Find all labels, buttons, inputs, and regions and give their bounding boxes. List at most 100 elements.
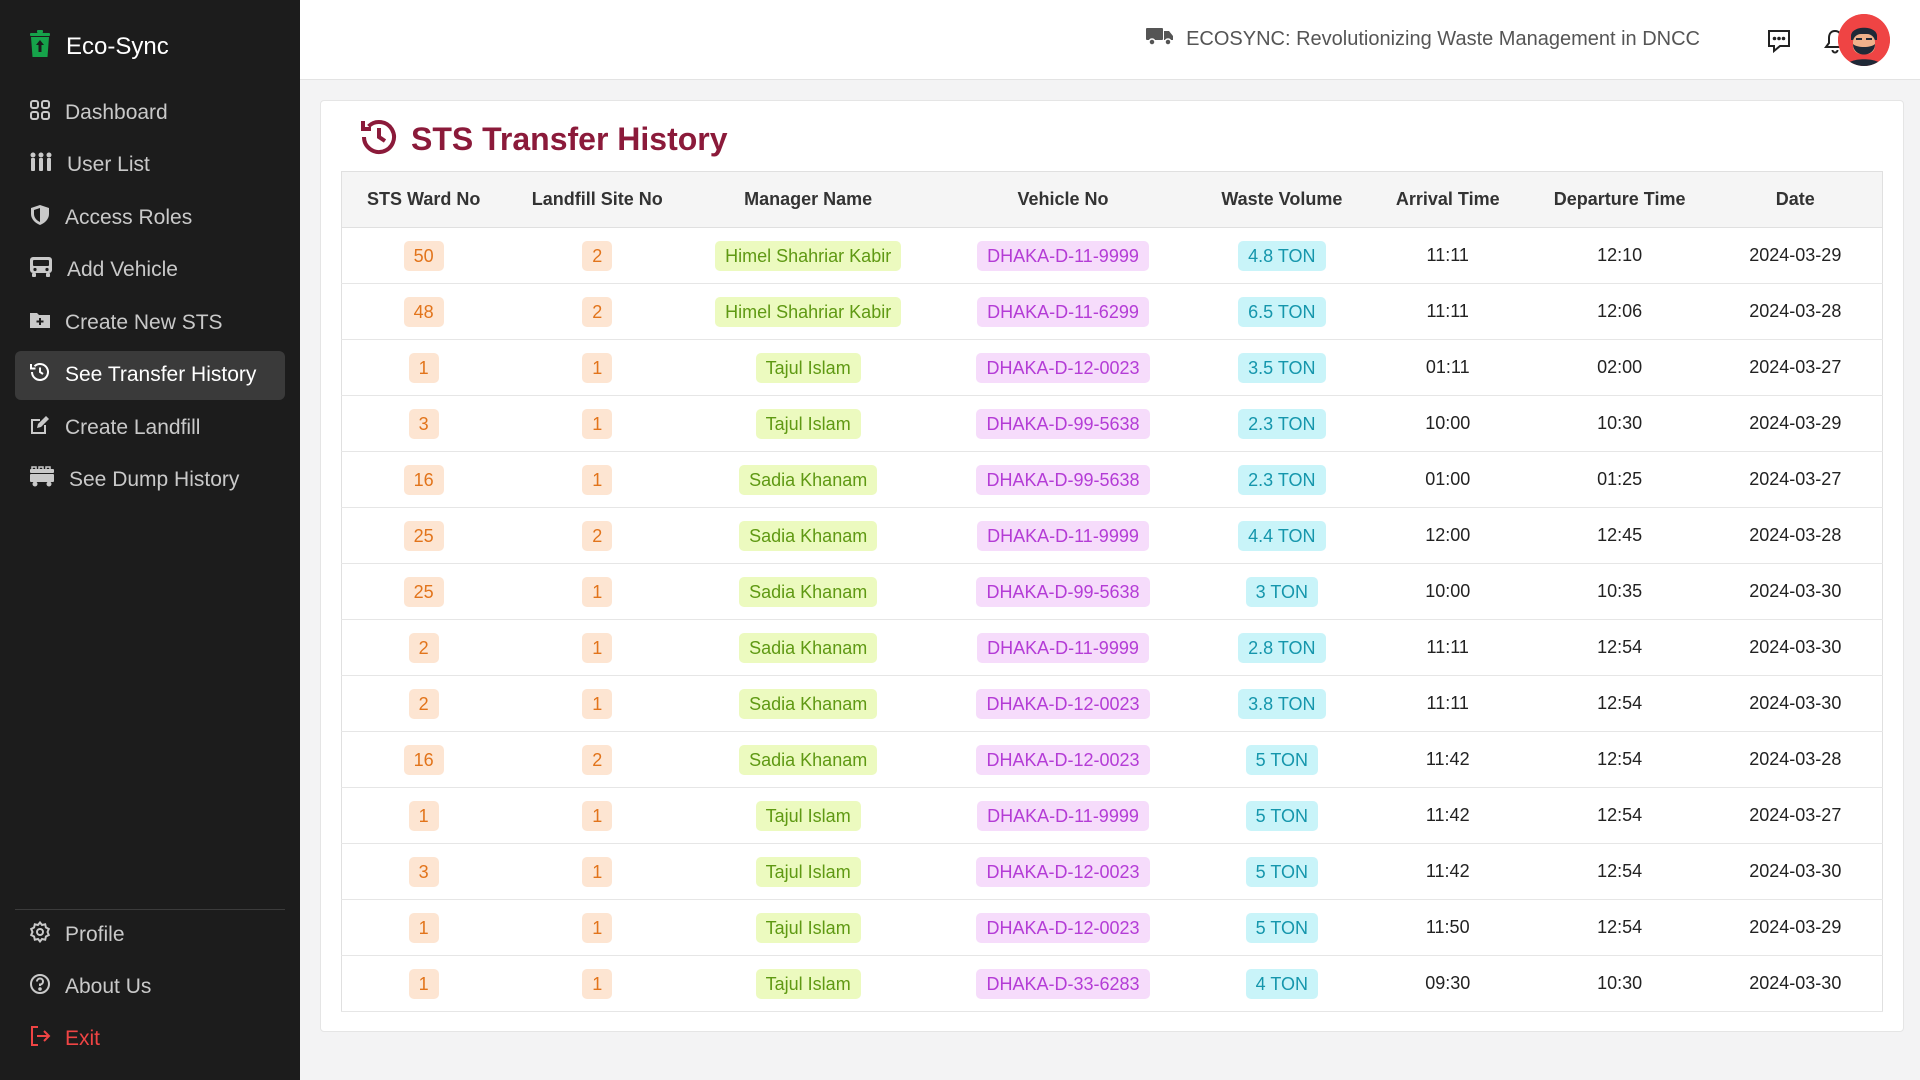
- table-cell: 4 TON: [1198, 955, 1365, 1012]
- sts-ward-no-badge: 48: [403, 296, 444, 327]
- sidebar: Eco-Sync Dashboard User List Access Role…: [0, 0, 300, 1080]
- waste-volume-badge: 5 TON: [1245, 744, 1319, 775]
- sidebar-item-profile[interactable]: Profile: [15, 910, 285, 959]
- table-row: 25 1 Sadia Khanam DHAKA-D-99-5638 3 TON 10:00…: [341, 563, 1883, 620]
- sidebar-item-exit[interactable]: Exit: [15, 1014, 285, 1063]
- table-cell: 12:10: [1530, 227, 1709, 284]
- date: 2024-03-29: [1749, 245, 1842, 265]
- sidebar-item-see-transfer-history[interactable]: See Transfer History: [15, 350, 285, 400]
- manager-name-badge: Tajul Islam: [755, 968, 861, 999]
- departure-time: 02:00: [1597, 357, 1643, 377]
- departure-time: 12:54: [1597, 805, 1643, 825]
- column-header-sts-ward-no[interactable]: STS Ward No: [341, 171, 506, 228]
- arrival-time: 11:11: [1426, 301, 1469, 321]
- date: 2024-03-27: [1749, 357, 1842, 377]
- table-cell: 3: [341, 395, 506, 452]
- departure-time: 12:54: [1597, 917, 1643, 937]
- sidebar-item-access-roles[interactable]: Access Roles: [15, 193, 285, 242]
- sidebar-item-dashboard[interactable]: Dashboard: [15, 88, 285, 137]
- manager-name-badge: Tajul Islam: [755, 800, 861, 831]
- table-cell: 2: [341, 619, 506, 676]
- table-cell: 12:00: [1364, 507, 1531, 564]
- sidebar-item-user-list[interactable]: User List: [15, 141, 285, 190]
- column-header-date[interactable]: Date: [1708, 171, 1883, 228]
- landfill-site-no-badge: 1: [582, 408, 613, 439]
- date: 2024-03-30: [1749, 637, 1842, 657]
- help-icon: [29, 973, 51, 1001]
- departure-time: 10:30: [1597, 973, 1643, 993]
- sts-ward-no-badge: 1: [408, 912, 439, 943]
- manager-name-badge: Tajul Islam: [755, 352, 861, 383]
- brand[interactable]: Eco-Sync: [28, 30, 169, 63]
- waste-volume-badge: 5 TON: [1245, 912, 1319, 943]
- table-cell: DHAKA-D-11-9999: [927, 619, 1199, 676]
- departure-time: 12:54: [1597, 861, 1643, 881]
- chat-icon[interactable]: [1762, 24, 1796, 58]
- vehicle-no-badge: DHAKA-D-99-5638: [976, 576, 1150, 607]
- table-cell: 2024-03-28: [1708, 283, 1883, 340]
- sidebar-item-about-us[interactable]: About Us: [15, 962, 285, 1011]
- edit-icon: [29, 414, 51, 442]
- column-header-manager-name[interactable]: Manager Name: [689, 171, 928, 228]
- sidebar-item-create-new-sts[interactable]: Create New STS: [15, 298, 285, 347]
- exit-icon: [29, 1025, 51, 1053]
- transfer-history-card: STS Transfer History STS Ward No Landfil…: [320, 100, 1904, 1032]
- column-header-arrival-time[interactable]: Arrival Time: [1364, 171, 1531, 228]
- shield-icon: [29, 204, 51, 232]
- table-cell: 12:54: [1530, 899, 1709, 956]
- table-cell: 1: [341, 955, 506, 1012]
- table-cell: 10:00: [1364, 563, 1531, 620]
- column-header-departure-time[interactable]: Departure Time: [1530, 171, 1709, 228]
- table-cell: Himel Shahriar Kabir: [689, 283, 928, 340]
- table-cell: 1: [341, 339, 506, 396]
- departure-time: 12:10: [1597, 245, 1643, 265]
- table-cell: 2: [505, 507, 690, 564]
- table-cell: 16: [341, 731, 506, 788]
- table-cell: DHAKA-D-12-0023: [927, 339, 1199, 396]
- sidebar-nav: Dashboard User List Access Roles Add Veh…: [15, 88, 285, 508]
- table-cell: 3.8 TON: [1198, 675, 1365, 732]
- table-cell: 1: [505, 619, 690, 676]
- column-header-landfill-site-no[interactable]: Landfill Site No: [505, 171, 690, 228]
- table-body: 50 2 Himel Shahriar Kabir DHAKA-D-11-9999 4.…: [341, 227, 1883, 1012]
- vehicle-no-badge: DHAKA-D-12-0023: [976, 688, 1150, 719]
- table-cell: Sadia Khanam: [689, 619, 928, 676]
- sidebar-item-see-dump-history[interactable]: See Dump History: [15, 456, 285, 505]
- arrival-time: 11:11: [1426, 693, 1469, 713]
- sidebar-item-create-landfill[interactable]: Create Landfill: [15, 403, 285, 452]
- landfill-site-no-badge: 2: [582, 744, 613, 775]
- landfill-site-no-badge: 1: [582, 576, 613, 607]
- table-cell: 1: [505, 563, 690, 620]
- table-cell: 2024-03-27: [1708, 787, 1883, 844]
- waste-volume-badge: 4.8 TON: [1238, 240, 1326, 271]
- sts-ward-no-badge: 16: [403, 464, 444, 495]
- sidebar-item-label: Dashboard: [65, 100, 168, 124]
- table-cell: DHAKA-D-12-0023: [927, 843, 1199, 900]
- table-row: 16 1 Sadia Khanam DHAKA-D-99-5638 2.3 TON 01:…: [341, 451, 1883, 508]
- waste-volume-badge: 4.4 TON: [1238, 520, 1326, 551]
- table-cell: Sadia Khanam: [689, 563, 928, 620]
- gear-icon: [29, 920, 51, 949]
- landfill-site-no-badge: 2: [582, 296, 613, 327]
- sidebar-bottom-nav: Profile About Us Exit: [15, 910, 285, 1066]
- table-cell: 50: [341, 227, 506, 284]
- sidebar-item-add-vehicle[interactable]: Add Vehicle: [15, 246, 285, 295]
- departure-time: 12:06: [1597, 301, 1643, 321]
- table-cell: 12:54: [1530, 619, 1709, 676]
- table-cell: 2024-03-28: [1708, 507, 1883, 564]
- table-cell: 2024-03-28: [1708, 731, 1883, 788]
- table-cell: 12:06: [1530, 283, 1709, 340]
- column-header-waste-volume[interactable]: Waste Volume: [1198, 171, 1365, 228]
- table-cell: 1: [505, 339, 690, 396]
- table-cell: 1: [341, 899, 506, 956]
- table-cell: 11:11: [1364, 675, 1531, 732]
- table-cell: DHAKA-D-12-0023: [927, 899, 1199, 956]
- table-cell: Tajul Islam: [689, 339, 928, 396]
- sidebar-item-label: See Dump History: [69, 468, 240, 491]
- avatar[interactable]: [1838, 14, 1890, 66]
- table-row: 1 1 Tajul Islam DHAKA-D-33-6283 4 TON 09:30 10…: [341, 955, 1883, 1012]
- table-cell: 1: [505, 395, 690, 452]
- column-header-vehicle-no[interactable]: Vehicle No: [927, 171, 1199, 228]
- arrival-time: 11:11: [1426, 637, 1469, 657]
- table-row: 1 1 Tajul Islam DHAKA-D-12-0023 5 TON 11:50 12…: [341, 899, 1883, 956]
